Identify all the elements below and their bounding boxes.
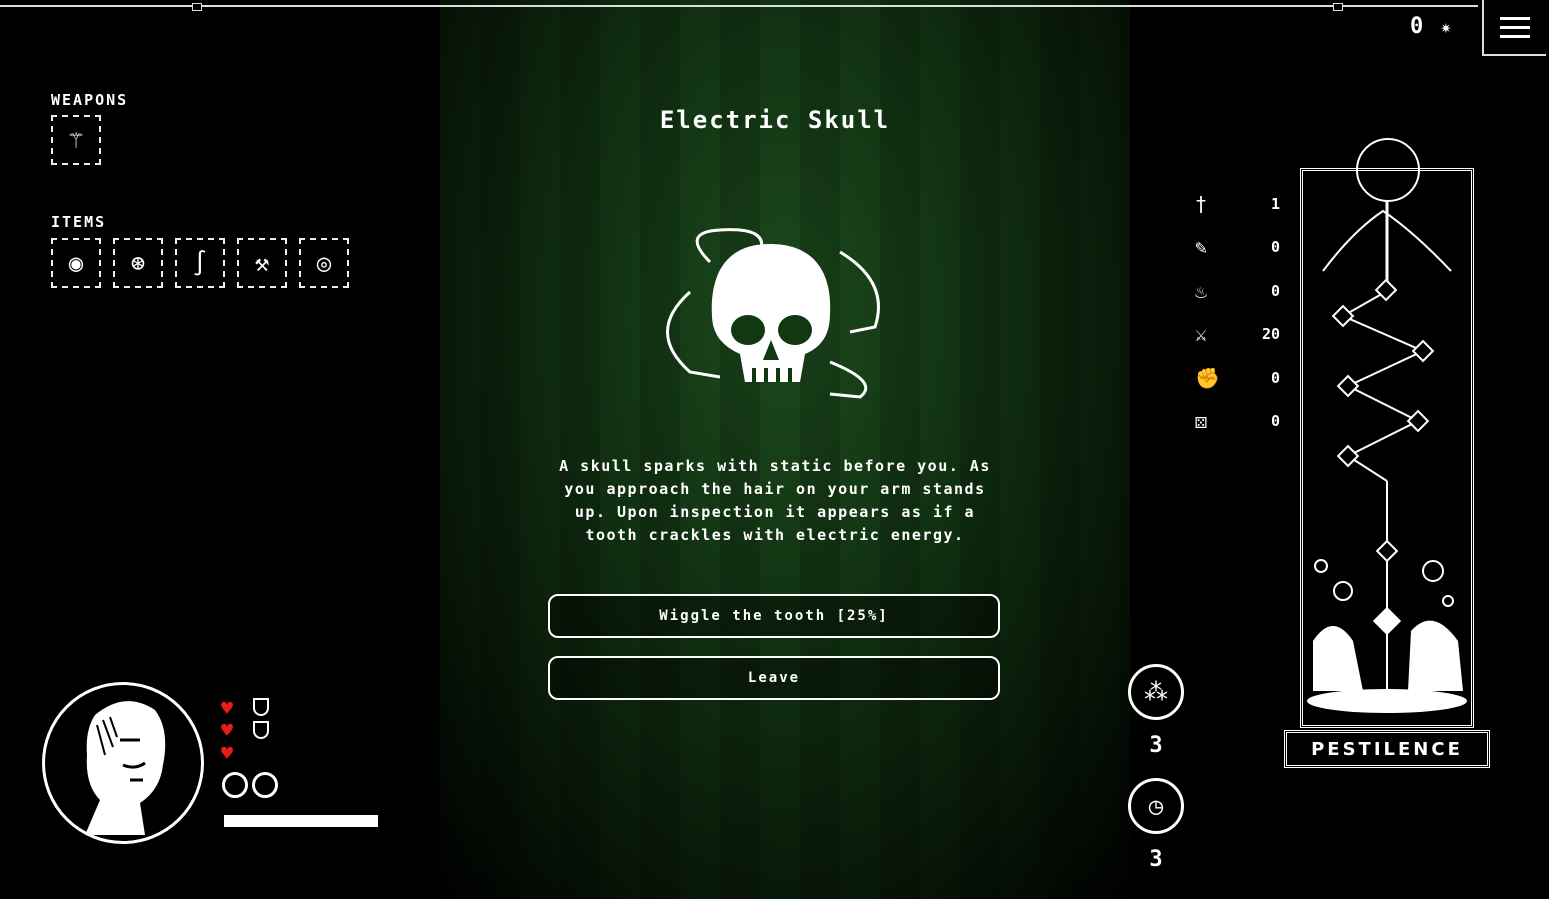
item-slot[interactable]: ∫ xyxy=(175,238,225,288)
feather-icon: ✎ xyxy=(1195,235,1208,259)
player-portrait[interactable] xyxy=(42,682,204,844)
top-border-ornament xyxy=(1333,3,1343,11)
weapon-slot[interactable]: ⚚ xyxy=(51,115,101,165)
skull-icon xyxy=(650,222,890,407)
item-slot[interactable]: ⊛ xyxy=(113,238,163,288)
shield-icon xyxy=(253,721,269,739)
choice-label: Leave xyxy=(747,670,801,686)
stat-flame: ♨ 0 xyxy=(1195,277,1280,305)
stat-swords: ⚔ 20 xyxy=(1195,320,1280,348)
serpent-icon: ∫ xyxy=(192,249,208,277)
top-border-ornament xyxy=(192,3,202,11)
flame-icon: ♨ xyxy=(1195,279,1208,303)
menu-button[interactable] xyxy=(1482,0,1546,56)
axe-icon: ⚒ xyxy=(254,249,270,277)
items-label: ITEMS xyxy=(51,213,107,231)
counter-value: 3 xyxy=(1149,847,1163,872)
item-slot[interactable]: ◉ xyxy=(51,238,101,288)
currency-counter: 0 ✷ xyxy=(1410,14,1453,39)
top-border xyxy=(0,5,1478,7)
heart-icon: ♥ xyxy=(221,718,234,742)
counter-value: 3 xyxy=(1149,733,1163,758)
orb-icon xyxy=(252,772,278,798)
choice-wiggle-tooth-button[interactable]: Wiggle the tooth [25%] xyxy=(548,594,1000,638)
dice-icon: ⚄ xyxy=(1195,409,1208,433)
eye-amulet-icon: ◉ xyxy=(68,249,84,277)
orb-icon: ⊛ xyxy=(130,249,146,277)
three-dots-icon[interactable]: ⁂ xyxy=(1128,664,1184,720)
experience-bar xyxy=(224,815,378,827)
item-slot[interactable]: ◎ xyxy=(299,238,349,288)
heart-icon: ♥ xyxy=(221,741,234,765)
choice-label: Wiggle the tooth [25%] xyxy=(659,608,889,624)
stat-value: 0 xyxy=(1270,412,1280,430)
stat-fist: ✊ 0 xyxy=(1195,364,1280,392)
event-title: Electric Skull xyxy=(659,106,891,134)
choice-leave-button[interactable]: Leave xyxy=(548,656,1000,700)
game-corridor-background xyxy=(440,0,1130,899)
shield-icon xyxy=(253,698,269,716)
orb-icon xyxy=(222,772,248,798)
item-slot[interactable]: ⚒ xyxy=(237,238,287,288)
stat-value: 20 xyxy=(1261,325,1280,343)
card-name: PESTILENCE xyxy=(1284,730,1490,768)
stat-value: 0 xyxy=(1270,238,1280,256)
stat-value: 0 xyxy=(1270,369,1280,387)
ring-icon: ◎ xyxy=(316,249,332,277)
currency-value: 0 xyxy=(1410,14,1426,39)
sparkle-icon: ✷ xyxy=(1440,17,1454,38)
dagger-icon: † xyxy=(1195,192,1208,216)
stat-attack: † 1 xyxy=(1195,190,1280,218)
event-description: A skull sparks with static before you. A… xyxy=(559,457,991,544)
crossed-swords-icon: ⚔ xyxy=(1195,322,1208,346)
heart-icon: ♥ xyxy=(221,696,234,720)
stat-value: 1 xyxy=(1270,195,1280,213)
stat-value: 0 xyxy=(1270,282,1280,300)
clock-icon[interactable]: ◷ xyxy=(1128,778,1184,834)
weapons-label: WEAPONS xyxy=(51,91,129,109)
trident-icon: ⚚ xyxy=(68,126,84,154)
stat-feather: ✎ 0 xyxy=(1195,233,1280,261)
stat-dice: ⚄ 0 xyxy=(1195,407,1280,435)
fist-icon: ✊ xyxy=(1195,366,1220,390)
hamburger-icon xyxy=(1500,11,1530,44)
tarot-card[interactable] xyxy=(1300,168,1474,728)
